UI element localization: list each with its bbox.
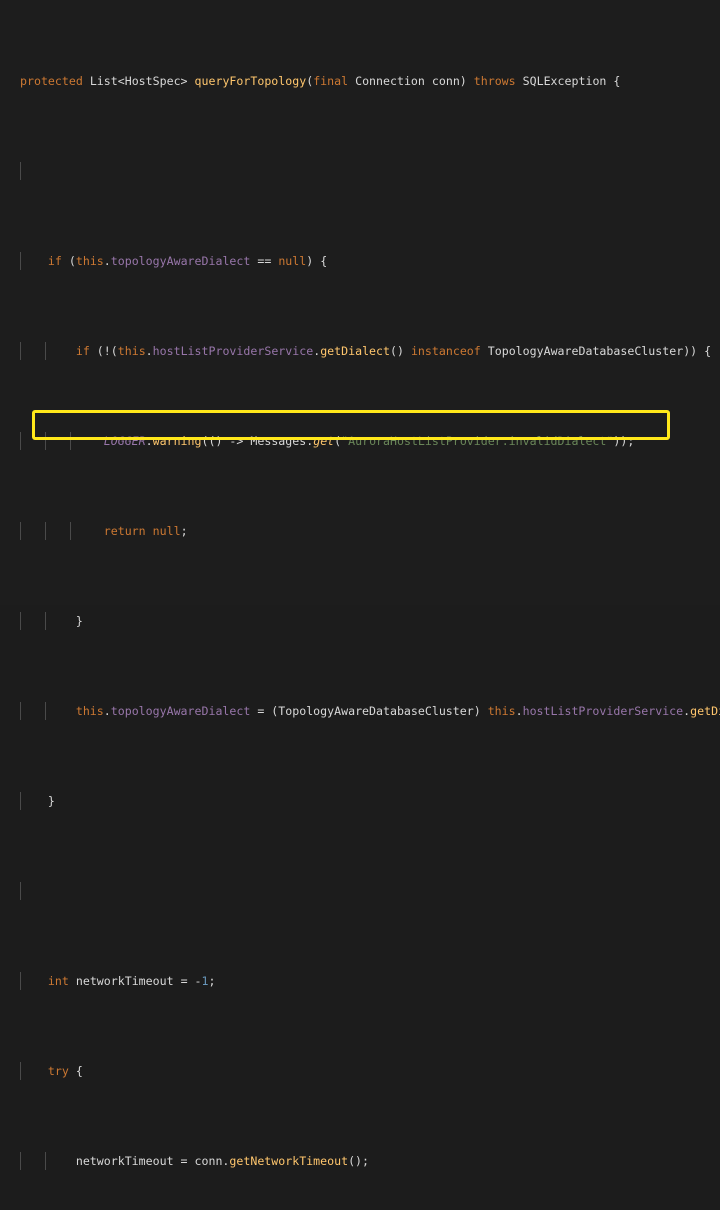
code-line[interactable]: networkTimeout = conn.getNetworkTimeout(…: [0, 1152, 720, 1170]
code-line[interactable]: protected List<HostSpec> queryForTopolog…: [0, 72, 720, 90]
code-line[interactable]: return null;: [0, 522, 720, 540]
code-line[interactable]: try {: [0, 1062, 720, 1080]
code-editor[interactable]: protected List<HostSpec> queryForTopolog…: [0, 0, 720, 1170]
code-line[interactable]: int networkTimeout = -1;: [0, 972, 720, 990]
code-line[interactable]: }: [0, 612, 720, 630]
code-line[interactable]: [0, 162, 720, 180]
code-line[interactable]: LOGGER.warning(() -> Messages.get("Auror…: [0, 432, 720, 450]
code-content[interactable]: protected List<HostSpec> queryForTopolog…: [0, 0, 720, 1170]
code-line[interactable]: if (this.topologyAwareDialect == null) {: [0, 252, 720, 270]
code-line[interactable]: }: [0, 792, 720, 810]
code-line[interactable]: if (!(this.hostListProviderService.getDi…: [0, 342, 720, 360]
code-line[interactable]: [0, 882, 720, 900]
code-line[interactable]: this.topologyAwareDialect = (TopologyAwa…: [0, 702, 720, 720]
